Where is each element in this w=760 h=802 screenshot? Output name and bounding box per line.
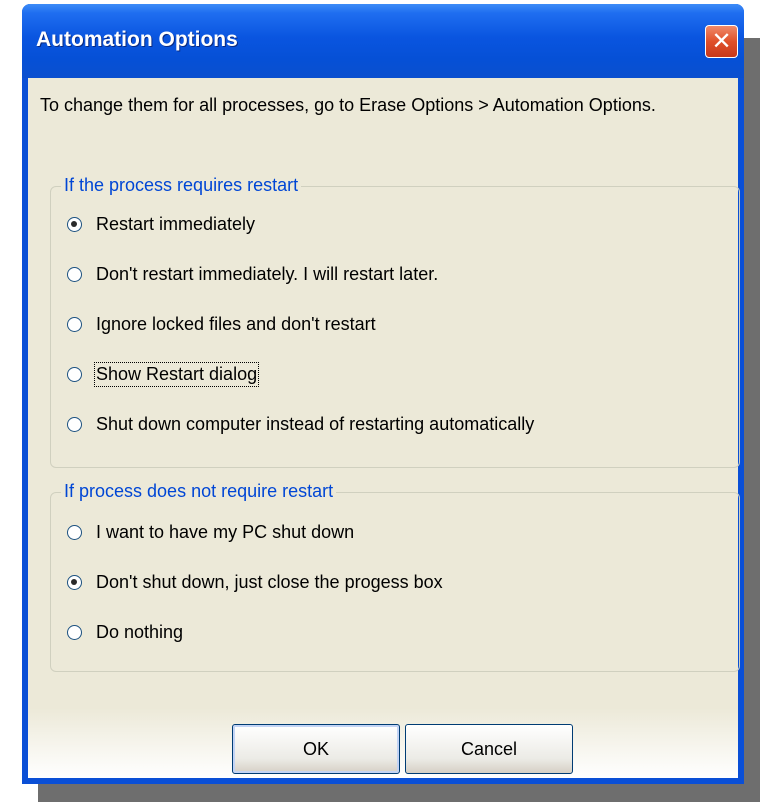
radio-button[interactable] (67, 366, 82, 382)
close-button[interactable]: ✕ (705, 25, 738, 58)
radio-button[interactable] (67, 316, 82, 332)
restart-required-group: If the process requires restart Restart … (50, 173, 740, 468)
radio-ignore-locked-files[interactable]: Ignore locked files and don't restart (67, 309, 376, 339)
radio-show-restart-dialog[interactable]: Show Restart dialog (67, 359, 260, 389)
cancel-button[interactable]: Cancel (405, 724, 573, 774)
radio-button[interactable] (67, 266, 82, 282)
radio-button-checked[interactable] (67, 216, 82, 232)
dialog-window: Automation Options ✕ To change them for … (22, 4, 744, 784)
option-label: Show Restart dialog (93, 361, 260, 387)
radio-shut-down-instead[interactable]: Shut down computer instead of restarting… (67, 409, 534, 439)
option-label: Don't shut down, just close the progess … (96, 571, 443, 592)
option-label: Restart immediately (96, 213, 256, 234)
ok-button[interactable]: OK (232, 724, 400, 774)
group-label-no-restart: If process does not require restart (61, 479, 337, 503)
window-title: Automation Options (36, 28, 238, 51)
radio-do-nothing[interactable]: Do nothing (67, 617, 183, 647)
radio-button-checked[interactable] (67, 574, 82, 590)
radio-close-progress-box[interactable]: Don't shut down, just close the progess … (67, 567, 443, 597)
option-label: I want to have my PC shut down (96, 521, 355, 542)
close-icon: ✕ (711, 27, 732, 55)
instruction-text: To change them for all processes, go to … (40, 95, 656, 115)
option-label: Do nothing (96, 621, 184, 642)
option-label: Ignore locked files and don't restart (96, 313, 376, 334)
group-label-restart: If the process requires restart (61, 173, 302, 197)
radio-button[interactable] (67, 524, 82, 540)
radio-button[interactable] (67, 416, 82, 432)
dialog-body: To change them for all processes, go to … (28, 78, 740, 778)
no-restart-group: If process does not require restart I wa… (50, 479, 740, 672)
title-bar[interactable]: Automation Options ✕ (22, 4, 744, 78)
option-label: Don't restart immediately. I will restar… (96, 263, 439, 284)
radio-button[interactable] (67, 624, 82, 640)
option-label: Shut down computer instead of restarting… (96, 413, 535, 434)
radio-restart-immediately[interactable]: Restart immediately (67, 209, 255, 239)
radio-pc-shut-down[interactable]: I want to have my PC shut down (67, 517, 354, 547)
radio-restart-later[interactable]: Don't restart immediately. I will restar… (67, 259, 438, 289)
